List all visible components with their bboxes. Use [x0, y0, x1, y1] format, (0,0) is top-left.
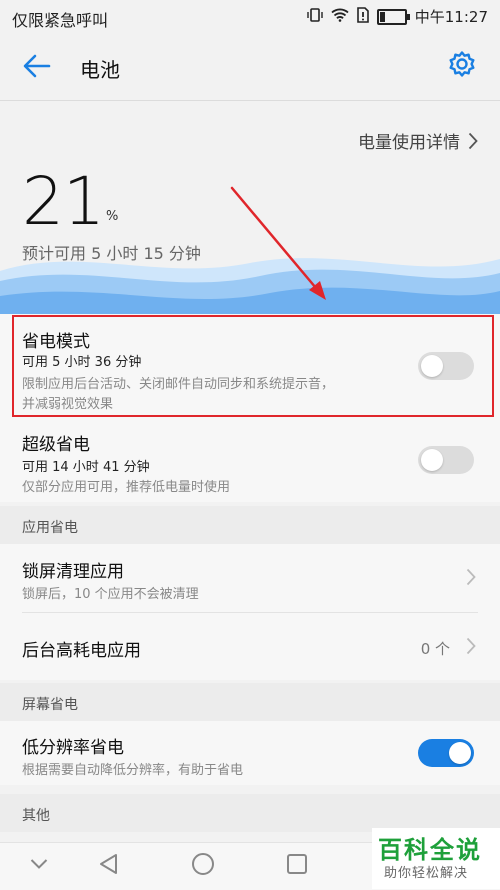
status-bar: 仅限紧急呼叫 中午11:27: [0, 0, 500, 34]
background-apps-count: 0 个: [420, 640, 450, 658]
section-title: 屏幕省电: [22, 697, 78, 713]
ultra-saving-row[interactable]: 超级省电 可用 14 小时 41 分钟 仅部分应用可用，推荐低电量时使用: [0, 420, 500, 502]
app-saving-group: 锁屏清理应用 锁屏后，10 个应用不会被清理 后台高耗电应用 0 个: [0, 544, 500, 680]
chevron-right-icon: [466, 568, 476, 586]
section-header-screen-saving: 屏幕省电: [0, 683, 500, 721]
gear-icon[interactable]: [448, 50, 476, 82]
low-resolution-subtitle: 根据需要自动降低分辨率，有助于省电: [22, 763, 244, 778]
status-icons: 中午11:27: [307, 6, 488, 27]
toggle-knob: [449, 742, 471, 764]
section-title: 应用省电: [22, 520, 78, 536]
background-apps-title: 后台高耗电应用: [22, 641, 141, 661]
low-resolution-toggle[interactable]: [418, 739, 474, 767]
toggle-knob: [421, 449, 443, 471]
wifi-icon: [331, 8, 349, 26]
sim-alert-icon: [356, 6, 369, 27]
ultra-saving-desc: 仅部分应用可用，推荐低电量时使用: [22, 480, 231, 495]
battery-percent: 21: [22, 163, 105, 240]
back-arrow-icon[interactable]: [22, 52, 52, 84]
battery-estimate: 预计可用 5 小时 15 分钟: [22, 244, 201, 263]
battery-icon: [376, 8, 410, 25]
percent-sign: %: [106, 209, 119, 224]
recents-square-icon[interactable]: [286, 853, 308, 875]
vibrate-icon: [307, 7, 323, 27]
lock-screen-cleanup-subtitle: 锁屏后，10 个应用不会被清理: [22, 587, 199, 602]
ultra-saving-title: 超级省电: [22, 435, 90, 455]
watermark-subtitle: 助你轻松解决: [384, 866, 469, 881]
background-apps-row[interactable]: 后台高耗电应用 0 个: [0, 613, 500, 680]
ultra-saving-duration: 可用 14 小时 41 分钟: [22, 460, 150, 475]
section-header-app-saving: 应用省电: [0, 506, 500, 544]
annotation-arrow: [230, 186, 326, 300]
section-header-other: 其他: [0, 794, 500, 832]
clock-text: 中午11:27: [414, 8, 488, 26]
back-triangle-icon[interactable]: [98, 853, 118, 875]
carrier-text: 仅限紧急呼叫: [12, 11, 109, 30]
app-header: 电池: [0, 34, 500, 100]
watermark-title: 百科全说: [378, 836, 482, 864]
ultra-saving-toggle[interactable]: [418, 446, 474, 474]
collapse-chevron-icon[interactable]: [30, 858, 48, 870]
page-title: 电池: [80, 58, 120, 82]
lock-screen-cleanup-title: 锁屏清理应用: [22, 562, 124, 582]
home-circle-icon[interactable]: [191, 852, 215, 876]
low-resolution-title: 低分辨率省电: [22, 738, 124, 758]
usage-details-link[interactable]: 电量使用详情: [358, 128, 478, 153]
chevron-right-icon: [466, 637, 476, 655]
low-resolution-row[interactable]: 低分辨率省电 根据需要自动降低分辨率，有助于省电: [0, 721, 500, 785]
section-title: 其他: [22, 808, 50, 824]
chevron-right-icon: [468, 132, 478, 149]
lock-screen-cleanup-row[interactable]: 锁屏清理应用 锁屏后，10 个应用不会被清理: [0, 544, 500, 612]
usage-details-label: 电量使用详情: [358, 133, 460, 153]
highlight-box: [12, 315, 494, 417]
